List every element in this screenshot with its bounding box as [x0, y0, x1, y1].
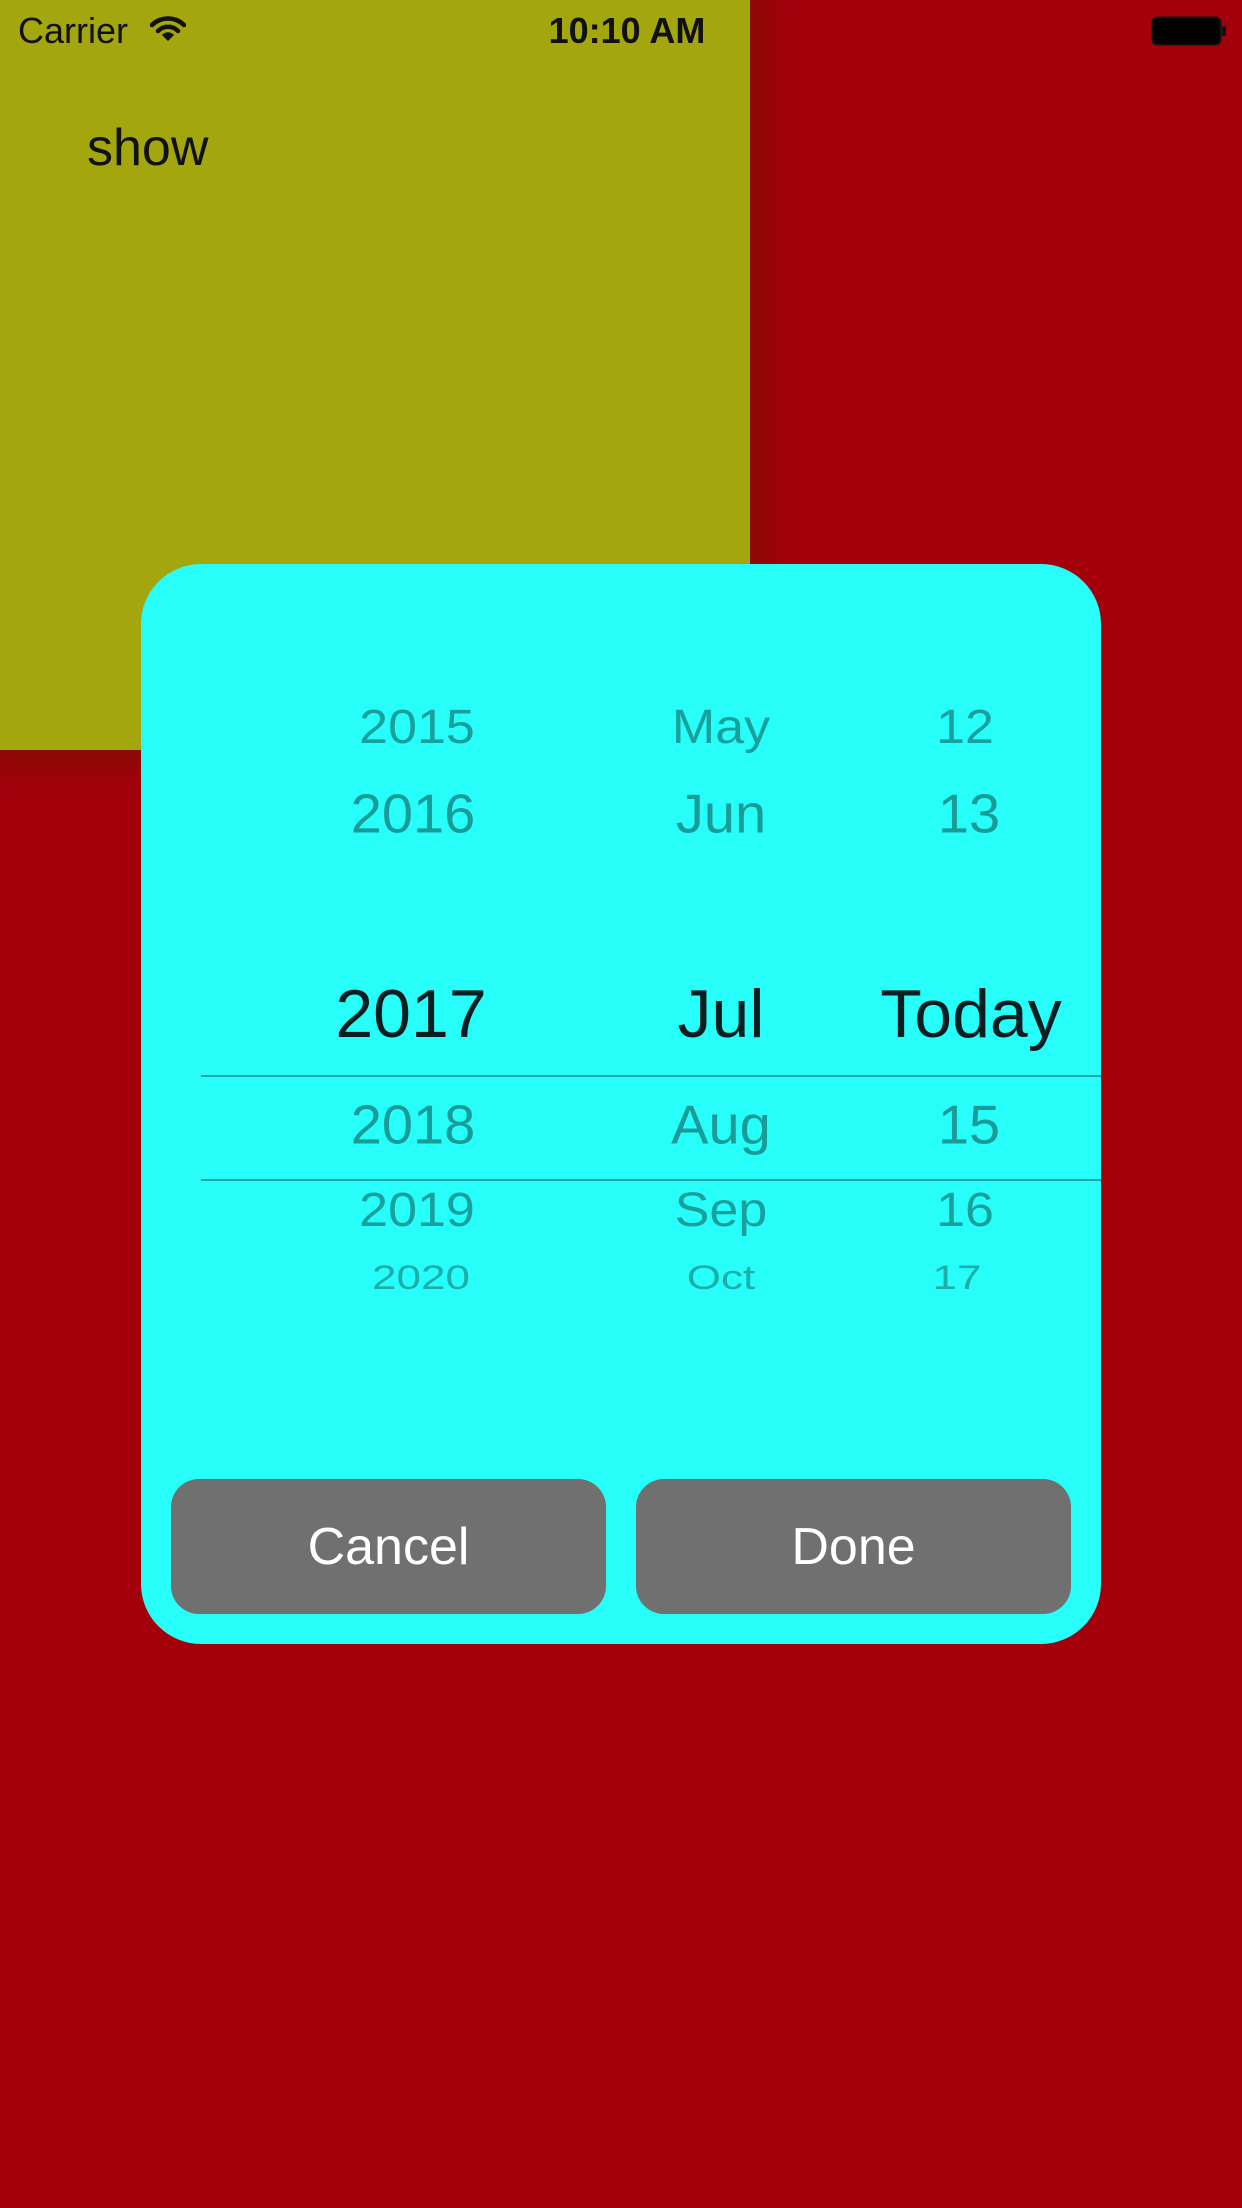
month-column[interactable]: FebMarAprMayJunJulAugSepOctNovDec: [631, 679, 811, 1319]
day-item[interactable]: 13: [839, 786, 1099, 842]
month-item[interactable]: May: [631, 703, 811, 751]
month-item[interactable]: Jun: [631, 786, 811, 842]
month-item[interactable]: Sep: [631, 1186, 811, 1234]
day-column[interactable]: 0910111213Today1516171819: [841, 679, 1101, 1319]
year-item[interactable]: 2018: [298, 1097, 528, 1153]
year-item[interactable]: 2015: [302, 703, 532, 751]
day-item[interactable]: 17: [827, 1260, 1087, 1295]
day-item[interactable]: 15: [839, 1097, 1099, 1153]
done-button[interactable]: Done: [636, 1479, 1071, 1614]
show-label[interactable]: show: [87, 118, 208, 178]
day-item[interactable]: 12: [835, 703, 1095, 751]
day-item[interactable]: 16: [835, 1186, 1095, 1234]
month-item[interactable]: Oct: [631, 1260, 811, 1295]
year-item[interactable]: 2019: [302, 1186, 532, 1234]
status-bar: Carrier 10:10 AM: [0, 0, 1242, 62]
battery-icon: [1151, 16, 1227, 51]
year-item[interactable]: 2016: [298, 786, 528, 842]
year-column[interactable]: 2012201320142015201620172018201920202021…: [296, 679, 526, 1319]
month-item[interactable]: Aug: [631, 1097, 811, 1153]
day-item[interactable]: Today: [841, 980, 1101, 1048]
clock: 10:10 AM: [548, 10, 706, 51]
year-item[interactable]: 2017: [296, 980, 526, 1048]
year-item[interactable]: 2020: [306, 1260, 536, 1295]
cancel-button[interactable]: Cancel: [171, 1479, 606, 1614]
month-item[interactable]: Jul: [631, 980, 811, 1048]
date-picker[interactable]: 2012201320142015201620172018201920202021…: [201, 679, 1101, 1319]
date-picker-dialog: 2012201320142015201620172018201920202021…: [141, 564, 1101, 1644]
